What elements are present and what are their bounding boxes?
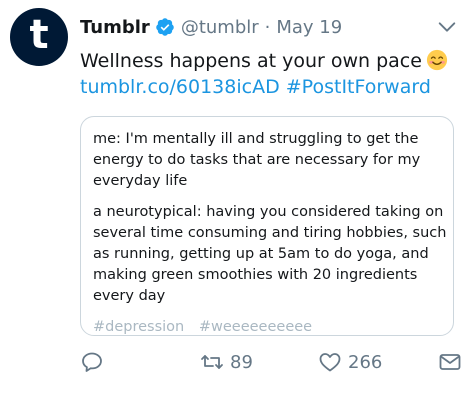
- separator-dot: ·: [264, 16, 271, 38]
- like-button[interactable]: 266: [318, 350, 382, 374]
- card-text-line: every day: [93, 288, 166, 304]
- display-name[interactable]: Tumblr: [80, 17, 150, 38]
- tweet-text: Wellness happens at your own pace: [80, 50, 422, 72]
- verified-badge-icon: [156, 18, 174, 36]
- avatar[interactable]: t: [10, 8, 68, 66]
- card-text-line: several time consuming and tiring hobbie…: [93, 225, 447, 241]
- card-text-line: as running, getting up at 5am to do yoga…: [93, 246, 429, 262]
- card-text-line: everyday life: [93, 173, 188, 189]
- share-button[interactable]: [438, 350, 462, 374]
- embedded-post-card[interactable]: me: I'm mentally ill and struggling to g…: [80, 116, 454, 336]
- card-text-line: a neurotypical: having you considered ta…: [93, 204, 444, 220]
- card-text-line: me: I'm mentally ill and struggling to g…: [93, 131, 419, 147]
- chevron-down-icon[interactable]: [436, 16, 458, 38]
- like-icon: [319, 353, 341, 372]
- retweet-button[interactable]: 89: [200, 350, 253, 374]
- tweet-actions: 89 266: [80, 350, 465, 376]
- share-icon: [439, 354, 461, 370]
- avatar-letter: t: [29, 12, 49, 58]
- tweet-date[interactable]: May 19: [276, 17, 342, 38]
- card-tag[interactable]: #weeeeeeeeee: [199, 319, 312, 335]
- card-paragraph-2: a neurotypical: having you considered ta…: [93, 202, 447, 307]
- handle[interactable]: @tumblr: [181, 17, 259, 38]
- card-text-line: making green smoothies with 20 ingredien…: [93, 267, 418, 283]
- hashtag-link[interactable]: #PostItForward: [286, 76, 431, 98]
- card-text-line: energy to do tasks that are necessary fo…: [93, 152, 421, 168]
- tweet-link[interactable]: tumblr.co/60138icAD: [80, 76, 280, 98]
- card-paragraph-1: me: I'm mentally ill and struggling to g…: [93, 129, 441, 192]
- card-tag[interactable]: #depression: [93, 319, 184, 335]
- tweet-body: Wellness happens at your own pace tumblr…: [80, 48, 465, 100]
- smiling-face-emoji: [426, 49, 448, 71]
- like-count: 266: [348, 351, 383, 373]
- reply-button[interactable]: [80, 350, 104, 374]
- retweet-count: 89: [230, 351, 253, 373]
- retweet-icon: [201, 355, 223, 369]
- card-tags: #depression #weeeeeeeeee: [93, 317, 441, 335]
- reply-icon: [82, 352, 102, 372]
- tweet-header: Tumblr @tumblr · May 19: [80, 14, 342, 40]
